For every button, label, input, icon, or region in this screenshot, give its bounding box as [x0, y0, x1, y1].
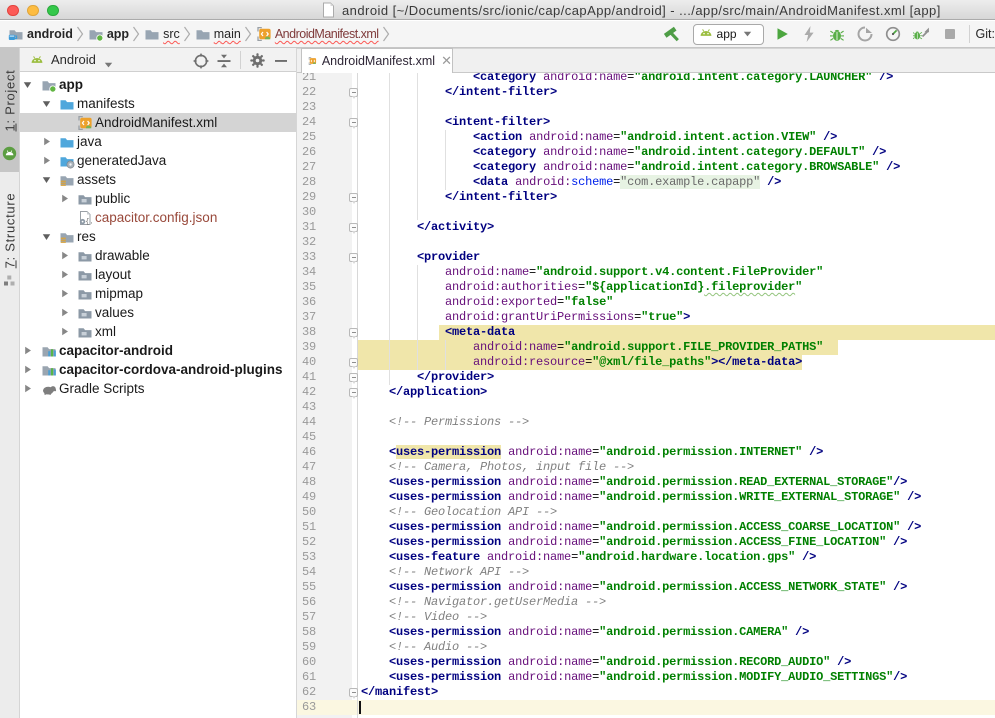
svg-text:{..: {..: [85, 218, 93, 226]
